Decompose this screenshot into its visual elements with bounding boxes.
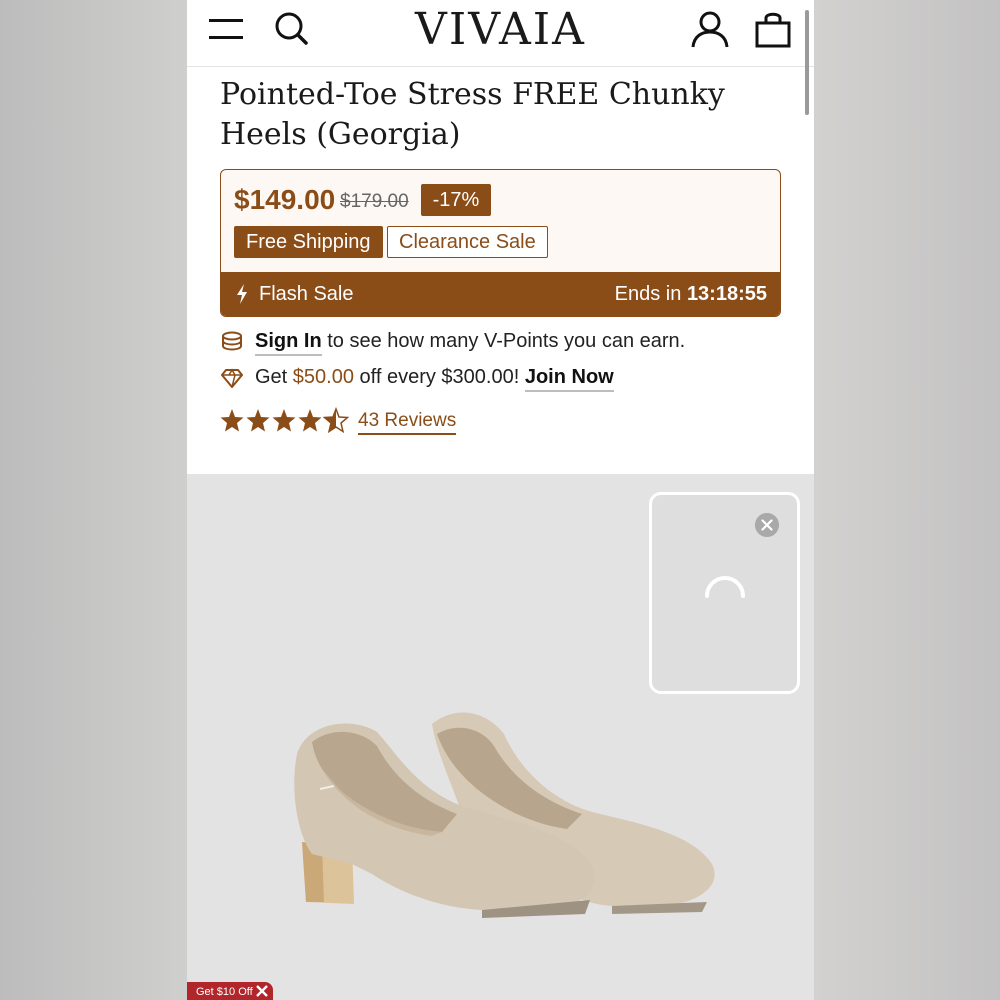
promo-tab[interactable]: Get $10 Off (187, 982, 273, 1000)
free-shipping-tag: Free Shipping (234, 226, 383, 258)
countdown-label: Ends in (614, 283, 682, 305)
get-text: Get (255, 366, 293, 388)
vpoints-text: to see how many V-Points you can earn. (321, 330, 686, 352)
bag-icon[interactable] (753, 9, 793, 49)
clearance-sale-tag: Clearance Sale (387, 226, 548, 258)
product-title: Pointed-Toe Stress FREE Chunky Heels (Ge… (220, 77, 725, 152)
close-promo-icon[interactable] (255, 984, 269, 998)
promo-label: Get $10 Off (196, 986, 253, 998)
mobile-page: VIVAIA Pointed-Toe Stress FREE Chunky He… (187, 0, 814, 1000)
coins-icon (222, 331, 242, 351)
price-box: $149.00 $179.00 -17% Free Shipping Clear… (220, 169, 781, 317)
product-image[interactable]: Get $10 Off (187, 474, 814, 1000)
background-left (0, 0, 187, 1000)
countdown: Ends in 13:18:55 (615, 283, 767, 306)
shoes-image (294, 712, 715, 918)
star-rating (220, 408, 349, 433)
discount-amount: $50.00 (292, 366, 354, 388)
flash-sale-bar: Flash Sale Ends in 13:18:55 (221, 272, 780, 316)
scrollbar[interactable] (805, 10, 809, 115)
video-popup[interactable] (649, 492, 800, 694)
site-header: VIVAIA (187, 0, 814, 67)
sign-in-link[interactable]: Sign In (255, 330, 322, 356)
off-text: off every $300.00! (353, 366, 525, 388)
diamond-icon (221, 368, 243, 388)
discount-badge: -17% (421, 184, 491, 216)
lightning-icon (237, 284, 247, 304)
countdown-time: 13:18:55 (686, 283, 767, 305)
close-icon[interactable] (755, 513, 779, 537)
current-price: $149.00 (234, 184, 336, 215)
flash-sale-label: Flash Sale (259, 283, 354, 305)
loading-spinner-icon (705, 576, 745, 598)
background-right (814, 0, 1000, 1000)
reviews-link[interactable]: 43 Reviews (358, 410, 457, 435)
join-now-link[interactable]: Join Now (524, 366, 614, 392)
original-price: $179.00 (340, 191, 409, 212)
user-icon[interactable] (690, 9, 730, 49)
